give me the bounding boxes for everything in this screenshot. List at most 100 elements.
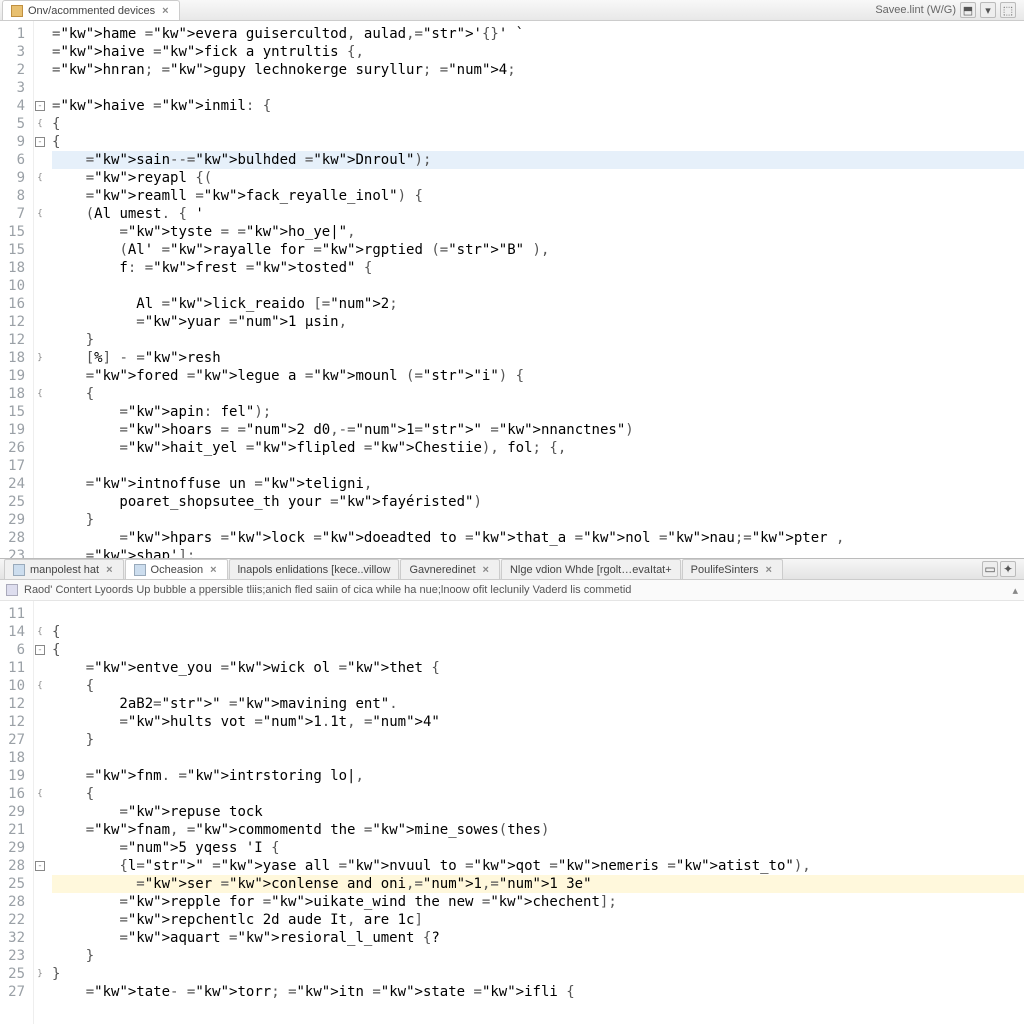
code-line[interactable]: ="kw">tyste = ="kw">ho_ye|", <box>52 223 1024 241</box>
save-icon[interactable]: ⬒ <box>960 2 976 18</box>
code-line[interactable]: ="kw">hait_yel ="kw">flipled ="kw">Chest… <box>52 439 1024 457</box>
fold-marker[interactable] <box>34 259 46 277</box>
code-line[interactable]: ="kw">yuar ="num">1 µsin, <box>52 313 1024 331</box>
code-line[interactable]: ="kw">hnran; ="kw">gupy lechnokerge sury… <box>52 61 1024 79</box>
close-icon[interactable]: × <box>208 564 218 576</box>
code-line[interactable]: ="kw">fored ="kw">legue a ="kw">mounl (=… <box>52 367 1024 385</box>
fold-marker[interactable]: } <box>34 349 46 367</box>
fold-marker[interactable] <box>34 731 46 749</box>
code-line[interactable]: (Al' ="kw">rayalle for ="kw">rgptied (="… <box>52 241 1024 259</box>
code-line[interactable]: { <box>52 115 1024 133</box>
upper-code-area[interactable]: ="kw">hame ="kw">evera guisercultod, aul… <box>46 21 1024 558</box>
fold-marker[interactable] <box>34 493 46 511</box>
fold-marker[interactable] <box>34 767 46 785</box>
fold-toggle-icon[interactable]: - <box>35 861 45 871</box>
fold-toggle-icon[interactable]: - <box>35 645 45 655</box>
fold-marker[interactable] <box>34 929 46 947</box>
code-line[interactable]: ="kw">haive ="kw">inmil: { <box>52 97 1024 115</box>
code-line[interactable]: ="kw">aquart ="kw">resioral_l_ument {? <box>52 929 1024 947</box>
code-line[interactable]: ="kw">haive ="kw">fick a yntrultis {, <box>52 43 1024 61</box>
fold-marker[interactable] <box>34 947 46 965</box>
panel-tab[interactable]: PoulifeSinters× <box>682 559 783 579</box>
fold-marker[interactable]: { <box>34 169 46 187</box>
code-line[interactable]: ="kw">hoars = ="num">2 d0,-="num">1="str… <box>52 421 1024 439</box>
fold-marker[interactable] <box>34 313 46 331</box>
code-line[interactable]: { <box>52 677 1024 695</box>
code-line[interactable]: ="kw">hpars ="kw">lock ="kw">doeadted to… <box>52 529 1024 547</box>
fold-marker[interactable] <box>34 277 46 295</box>
panel-tab[interactable]: manpolest hat× <box>4 559 124 579</box>
fold-marker[interactable] <box>34 367 46 385</box>
fold-marker[interactable] <box>34 43 46 61</box>
fold-marker[interactable]: { <box>34 205 46 223</box>
fold-marker[interactable] <box>34 659 46 677</box>
code-line[interactable]: ="kw">repple for ="kw">uikate_wind the n… <box>52 893 1024 911</box>
code-line[interactable]: ="kw">fnam, ="kw">commomentd the ="kw">m… <box>52 821 1024 839</box>
code-line[interactable]: ="kw">repuse tock <box>52 803 1024 821</box>
code-line[interactable]: (Al umest. { ' <box>52 205 1024 223</box>
code-line[interactable]: [%] - ="kw">resh <box>52 349 1024 367</box>
fold-marker[interactable] <box>34 749 46 767</box>
code-line[interactable]: ="kw">repchentlc 2d aude It, are 1c] <box>52 911 1024 929</box>
code-line[interactable]: { <box>52 623 1024 641</box>
editor-tab[interactable]: Onv/acommented devices × <box>2 0 180 20</box>
code-line[interactable] <box>52 749 1024 767</box>
fold-marker[interactable] <box>34 475 46 493</box>
fold-toggle-icon[interactable]: - <box>35 137 45 147</box>
code-line[interactable]: ="kw">tate- ="kw">torr; ="kw">itn ="kw">… <box>52 983 1024 1001</box>
fold-marker[interactable] <box>34 695 46 713</box>
panel-tab[interactable]: lnapols enlidations [kece..villow <box>229 559 400 579</box>
lower-code-area[interactable]: {{ ="kw">entve_you ="kw">wick ol ="kw">t… <box>46 601 1024 1024</box>
upper-fold-column[interactable]: -{-{{}{} <box>34 21 46 558</box>
fold-marker[interactable]: - <box>34 641 46 659</box>
code-line[interactable]: ="kw">intnoffuse un ="kw">teligni, <box>52 475 1024 493</box>
code-line[interactable] <box>52 79 1024 97</box>
code-line[interactable]: {l="str">" ="kw">yase all ="kw">nvuul to… <box>52 857 1024 875</box>
fold-marker[interactable]: - <box>34 133 46 151</box>
star-icon[interactable]: ⬚ <box>1000 2 1016 18</box>
code-line[interactable]: ="kw">shap']; <box>52 547 1024 558</box>
fold-marker[interactable] <box>34 893 46 911</box>
panel-tab[interactable]: Gavneredinet× <box>400 559 499 579</box>
code-line[interactable]: { <box>52 641 1024 659</box>
layout-icon[interactable]: ▭ <box>982 561 998 577</box>
close-icon[interactable]: × <box>764 564 774 576</box>
fold-marker[interactable]: { <box>34 623 46 641</box>
code-line[interactable]: } <box>52 731 1024 749</box>
fold-marker[interactable]: { <box>34 115 46 133</box>
code-line[interactable]: ="kw">hame ="kw">evera guisercultod, aul… <box>52 25 1024 43</box>
fold-marker[interactable] <box>34 875 46 893</box>
fold-marker[interactable]: } <box>34 965 46 983</box>
fold-marker[interactable]: { <box>34 385 46 403</box>
fold-marker[interactable] <box>34 713 46 731</box>
fold-marker[interactable] <box>34 151 46 169</box>
code-line[interactable]: Al ="kw">lick_reaido [="num">2; <box>52 295 1024 313</box>
fold-marker[interactable] <box>34 803 46 821</box>
fold-toggle-icon[interactable]: - <box>35 101 45 111</box>
dropdown-icon[interactable]: ▾ <box>980 2 996 18</box>
fold-marker[interactable] <box>34 983 46 1001</box>
code-line[interactable]: ="kw">hults vot ="num">1.1t, ="num">4" <box>52 713 1024 731</box>
lower-editor[interactable]: 1114611101212271819162921292825282232232… <box>0 601 1024 1024</box>
fold-marker[interactable] <box>34 421 46 439</box>
code-line[interactable]: } <box>52 965 1024 983</box>
fold-marker[interactable] <box>34 839 46 857</box>
fold-marker[interactable] <box>34 911 46 929</box>
fold-marker[interactable] <box>34 821 46 839</box>
fold-marker[interactable] <box>34 605 46 623</box>
fold-marker[interactable] <box>34 241 46 259</box>
scroll-up-icon[interactable]: ▴ <box>1012 584 1018 597</box>
fold-marker[interactable]: - <box>34 857 46 875</box>
fold-marker[interactable]: { <box>34 677 46 695</box>
code-line[interactable]: 2aB2="str">" ="kw">mavining ent". <box>52 695 1024 713</box>
close-icon[interactable]: × <box>481 564 491 576</box>
code-line[interactable]: } <box>52 511 1024 529</box>
upper-editor[interactable]: 1323459698715151810161212181918151926172… <box>0 21 1024 558</box>
code-line[interactable]: ="kw">fnm. ="kw">intrstoring lo|, <box>52 767 1024 785</box>
panel-tab[interactable]: Nlge vdion Whde [rgolt…evaItat+ <box>501 559 681 579</box>
close-icon[interactable]: × <box>104 564 114 576</box>
code-line[interactable]: { <box>52 385 1024 403</box>
code-line[interactable]: ="kw">reyapl {( <box>52 169 1024 187</box>
fold-marker[interactable] <box>34 331 46 349</box>
fold-marker[interactable] <box>34 295 46 313</box>
